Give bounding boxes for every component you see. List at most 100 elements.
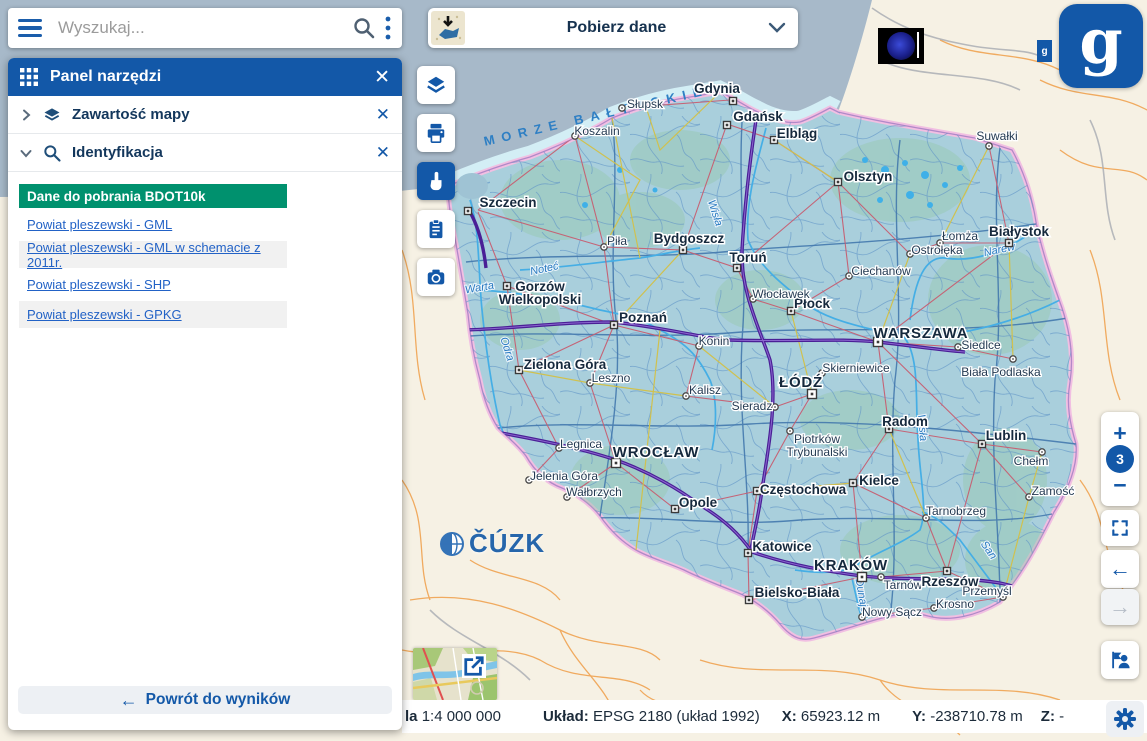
download-data-bar[interactable]: Pobierz dane bbox=[428, 8, 798, 48]
back-to-results-button[interactable]: ← Powrót do wyników bbox=[18, 686, 392, 714]
city-label: Skierniewice bbox=[822, 361, 890, 375]
city-marker-dot bbox=[467, 210, 470, 213]
scale-readout: la 1:4 000 000 bbox=[405, 708, 501, 725]
identify-tool-button[interactable] bbox=[417, 162, 455, 200]
city-marker-dot bbox=[773, 139, 776, 142]
geoportal-logo[interactable]: g bbox=[1059, 4, 1143, 88]
download-link-row: Powiat pleszewski - GPKG bbox=[19, 301, 287, 328]
kebab-menu-icon[interactable] bbox=[384, 15, 392, 41]
clipboard-icon bbox=[425, 218, 447, 240]
city-marker-dot bbox=[789, 430, 791, 432]
section-close-icon[interactable]: ✕ bbox=[376, 143, 390, 163]
city-label: Biała Podlaska bbox=[961, 365, 1041, 379]
city-marker-dot bbox=[736, 267, 739, 270]
camera-icon bbox=[425, 266, 447, 288]
panel-close-icon[interactable]: ✕ bbox=[374, 68, 390, 87]
city-marker-dot bbox=[747, 552, 750, 555]
download-link-gpkg[interactable]: Powiat pleszewski - GPKG bbox=[27, 307, 182, 322]
city-marker-dot bbox=[852, 482, 855, 485]
city-label: Włocławek bbox=[752, 287, 810, 301]
city-label: Leszno bbox=[592, 371, 631, 385]
search-input[interactable] bbox=[58, 18, 352, 38]
city-marker-dot bbox=[981, 443, 984, 446]
download-link-gml-2011[interactable]: Powiat pleszewski - GML w schemacie z 20… bbox=[27, 240, 279, 270]
city-marker-dot bbox=[613, 324, 616, 327]
city-label: WROCŁAW bbox=[613, 444, 699, 461]
city-label: Nowy Sącz bbox=[862, 605, 922, 619]
clipboard-tool-button[interactable] bbox=[417, 210, 455, 248]
zoom-in-button[interactable]: + bbox=[1113, 423, 1126, 443]
city-marker-dot bbox=[674, 508, 677, 511]
city-marker-dot bbox=[682, 249, 685, 252]
city-marker-dot bbox=[880, 576, 882, 578]
person-flag-icon bbox=[1109, 649, 1131, 671]
layers-icon bbox=[425, 74, 447, 96]
city-marker-dot bbox=[1041, 451, 1043, 453]
x-coordinate-readout: X: 65923.12 m bbox=[782, 708, 880, 725]
overview-expand-button[interactable] bbox=[462, 654, 486, 678]
city-marker-dot bbox=[848, 275, 850, 277]
chevron-right-icon[interactable] bbox=[20, 109, 32, 121]
gear-icon bbox=[1113, 707, 1137, 731]
city-label: Tarnów bbox=[884, 578, 923, 592]
grid-icon bbox=[20, 68, 38, 86]
city-label: Radom bbox=[882, 414, 928, 429]
zoom-control: + 3 − bbox=[1101, 412, 1139, 506]
touch-identify-icon bbox=[425, 170, 447, 192]
search-icon[interactable] bbox=[352, 16, 376, 40]
city-marker-dot bbox=[726, 124, 729, 127]
city-marker-dot bbox=[603, 246, 605, 248]
city-label: Chełm bbox=[1014, 454, 1049, 468]
city-marker-dot bbox=[732, 100, 735, 103]
download-link-gml[interactable]: Powiat pleszewski - GML bbox=[27, 217, 172, 232]
menu-icon[interactable] bbox=[18, 19, 42, 37]
city-label: Trybunalski bbox=[787, 445, 848, 459]
city-marker-dot bbox=[506, 285, 509, 288]
z-coordinate-readout: Z: - bbox=[1041, 708, 1064, 725]
history-forward-button[interactable]: → bbox=[1101, 589, 1139, 625]
city-label: Elbląg bbox=[777, 126, 818, 141]
chevron-down-icon[interactable] bbox=[20, 147, 32, 159]
city-marker-dot bbox=[1008, 242, 1011, 245]
city-marker-dot bbox=[615, 462, 618, 465]
forward-arrow-icon: → bbox=[1109, 594, 1131, 620]
city-label: Opole bbox=[679, 495, 718, 510]
city-label: Katowice bbox=[752, 539, 812, 554]
city-marker-dot bbox=[756, 490, 759, 493]
printer-icon bbox=[425, 122, 447, 144]
results-header: Dane do pobrania BDOT10k bbox=[19, 184, 287, 208]
city-label: Zielona Góra bbox=[524, 357, 607, 372]
search-bar bbox=[8, 8, 402, 48]
section-map-content[interactable]: Zawartość mapy ✕ bbox=[8, 96, 402, 134]
section-close-icon[interactable]: ✕ bbox=[376, 105, 390, 125]
download-link-shp[interactable]: Powiat pleszewski - SHP bbox=[27, 277, 171, 292]
city-label: Siedlce bbox=[961, 338, 1001, 352]
broken-map-tile bbox=[878, 28, 924, 64]
city-label: Zamość bbox=[1032, 484, 1075, 498]
feedback-button[interactable] bbox=[1101, 641, 1139, 679]
fullscreen-button[interactable] bbox=[1101, 510, 1139, 546]
section-identification[interactable]: Identyfikacja ✕ bbox=[8, 134, 402, 172]
city-marker-dot bbox=[861, 576, 864, 579]
zoom-out-button[interactable]: − bbox=[1113, 475, 1126, 495]
section-label: Zawartość mapy bbox=[72, 106, 376, 123]
city-label: Krosno bbox=[936, 597, 974, 611]
print-tool-button[interactable] bbox=[417, 114, 455, 152]
city-label: Wałbrzych bbox=[566, 485, 622, 499]
settings-button[interactable] bbox=[1106, 701, 1144, 737]
magnifier-icon bbox=[42, 143, 62, 163]
city-marker-dot bbox=[621, 107, 623, 109]
city-label: Bielsko-Biała bbox=[755, 585, 840, 600]
chevron-down-icon[interactable] bbox=[768, 22, 786, 34]
city-marker-dot bbox=[748, 599, 751, 602]
camera-tool-button[interactable] bbox=[417, 258, 455, 296]
city-marker-dot bbox=[774, 406, 776, 408]
city-label: Jelenia Góra bbox=[530, 469, 598, 483]
layers-icon bbox=[42, 105, 62, 125]
city-marker-dot bbox=[988, 145, 990, 147]
history-back-button[interactable]: ← bbox=[1101, 550, 1139, 588]
city-marker-dot bbox=[933, 607, 935, 609]
layers-tool-button[interactable] bbox=[417, 66, 455, 104]
logo-letter: g bbox=[1079, 11, 1122, 73]
back-arrow-icon: ← bbox=[120, 690, 138, 711]
